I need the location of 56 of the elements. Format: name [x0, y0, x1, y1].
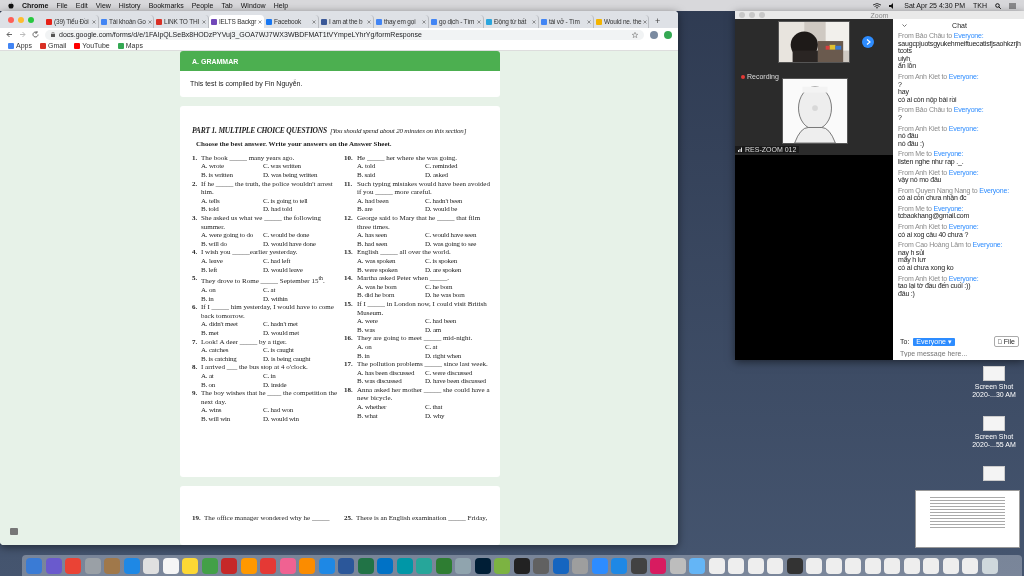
dock-app-icon[interactable] [474, 557, 491, 574]
star-icon[interactable] [632, 31, 638, 38]
dock-app-icon[interactable] [669, 557, 686, 574]
dock-app-icon[interactable] [825, 557, 842, 574]
close-icon[interactable] [258, 19, 263, 24]
close-icon[interactable] [587, 19, 591, 24]
dock-app-icon[interactable] [728, 557, 744, 574]
close-icon[interactable] [643, 19, 648, 24]
forward-icon[interactable] [19, 31, 26, 38]
lock-icon [51, 32, 55, 37]
dock-app-icon[interactable] [143, 557, 159, 574]
screenshot-file-icon[interactable] [983, 366, 1005, 381]
close-icon[interactable] [367, 19, 371, 24]
back-icon[interactable] [6, 31, 13, 38]
close-icon[interactable] [202, 19, 206, 24]
dock-app-icon[interactable] [513, 557, 530, 574]
dock-app-icon[interactable] [942, 557, 959, 574]
dock-app-icon[interactable] [708, 557, 725, 574]
apple-icon[interactable] [8, 2, 14, 9]
file-icon [997, 339, 1002, 344]
close-icon[interactable] [147, 19, 152, 24]
close-icon[interactable] [312, 19, 316, 24]
search-icon[interactable] [995, 2, 1001, 9]
dock-app-icon[interactable] [981, 557, 998, 574]
profile-avatar[interactable] [650, 30, 658, 39]
screenshot-file-icon[interactable] [983, 466, 1005, 481]
close-icon[interactable] [532, 19, 536, 24]
new-tab-button[interactable]: + [649, 16, 661, 28]
close-icon[interactable] [477, 19, 481, 24]
dock-app-icon[interactable] [786, 557, 803, 574]
close-icon[interactable] [422, 19, 426, 24]
signal-icon [738, 147, 743, 152]
menu-list-icon[interactable] [1009, 2, 1016, 9]
next-page-button[interactable] [862, 36, 874, 48]
dock-app-icon[interactable] [806, 557, 822, 574]
dock-app-icon[interactable] [182, 557, 198, 574]
dock-app-icon[interactable] [767, 557, 783, 574]
screenshot-file-icon[interactable] [983, 416, 1005, 431]
dock-app-icon[interactable] [884, 557, 900, 574]
dock-app-icon[interactable] [845, 557, 861, 574]
feedback-icon[interactable] [10, 528, 18, 535]
dock-app-icon[interactable] [962, 557, 978, 574]
wifi-icon[interactable] [873, 2, 882, 9]
dock-app-icon[interactable] [630, 557, 647, 574]
recording-dot-icon [741, 74, 745, 79]
close-icon[interactable] [92, 19, 96, 24]
dock-app-icon[interactable] [747, 557, 764, 574]
dock-app-icon[interactable] [864, 557, 881, 574]
dock-app-icon[interactable] [903, 557, 920, 574]
screenshot-thumbnail[interactable] [915, 490, 1020, 548]
chevron-down-icon[interactable] [902, 23, 907, 27]
reload-icon[interactable] [32, 31, 39, 38]
dock-app-icon[interactable] [923, 557, 939, 574]
dock-app-icon[interactable] [162, 557, 179, 574]
extension-icon[interactable] [664, 30, 672, 39]
chevron-right-icon [865, 39, 871, 45]
